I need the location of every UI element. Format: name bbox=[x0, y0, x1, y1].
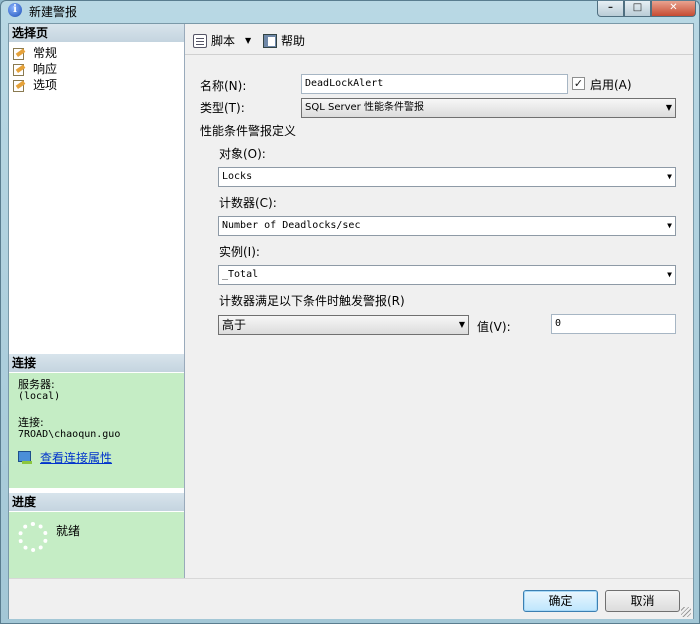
page-item-options[interactable]: 选项 bbox=[13, 77, 184, 93]
caption-buttons: – □ ✕ bbox=[597, 1, 696, 17]
close-button[interactable]: ✕ bbox=[651, 1, 696, 17]
object-label: 对象(O): bbox=[219, 147, 266, 161]
page-edit-icon bbox=[13, 47, 27, 60]
help-button[interactable]: 帮助 bbox=[263, 32, 305, 49]
perf-def-label: 性能条件警报定义 bbox=[200, 124, 297, 138]
progress-body: 就绪 bbox=[9, 512, 184, 578]
view-connection-properties[interactable]: 查看连接属性 bbox=[18, 451, 184, 465]
chevron-down-icon: ▼ bbox=[667, 270, 672, 279]
select-page-header: 选择页 bbox=[9, 24, 184, 43]
progress-status: 就绪 bbox=[56, 524, 81, 538]
connection-value: 7ROAD\chaoqun.guo bbox=[18, 429, 121, 440]
condition-label: 计数器满足以下条件时触发警报(R) bbox=[219, 294, 405, 308]
window-title: 新建警报 bbox=[29, 5, 78, 19]
minimize-button[interactable]: – bbox=[597, 1, 624, 17]
new-alert-window: i 新建警报 – □ ✕ 选择页 常规 响应 选项 连接 服务器: (local… bbox=[0, 0, 700, 624]
resize-grip[interactable] bbox=[681, 607, 691, 617]
counter-select[interactable]: Number of Deadlocks/sec ▼ bbox=[218, 216, 676, 236]
connection-label: 连接: bbox=[18, 416, 44, 429]
maximize-button[interactable]: □ bbox=[624, 1, 651, 17]
right-pane: 脚本 ▼ 帮助 名称(N): DeadLockAlert ✓ 启用(A) 类型(… bbox=[185, 24, 693, 578]
enabled-label: 启用(A) bbox=[590, 78, 632, 92]
script-button[interactable]: 脚本 ▼ bbox=[193, 32, 251, 49]
instance-label: 实例(I): bbox=[219, 245, 260, 259]
type-value: SQL Server 性能条件警报 bbox=[305, 102, 424, 113]
progress-section: 进度 就绪 bbox=[9, 493, 184, 578]
cancel-button[interactable]: 取消 bbox=[605, 590, 680, 612]
title-bar[interactable]: i 新建警报 – □ ✕ bbox=[1, 1, 699, 21]
instance-select[interactable]: _Total ▼ bbox=[218, 265, 676, 285]
name-input[interactable]: DeadLockAlert bbox=[301, 74, 568, 94]
dialog-client: 选择页 常规 响应 选项 连接 服务器: (local) 连接: 7ROAD\c… bbox=[8, 23, 694, 619]
page-edit-icon bbox=[13, 79, 27, 92]
connection-header: 连接 bbox=[9, 354, 184, 373]
chevron-down-icon: ▼ bbox=[667, 221, 672, 230]
value-input[interactable]: 0 bbox=[551, 314, 676, 334]
ok-button[interactable]: 确定 bbox=[523, 590, 598, 612]
script-icon bbox=[193, 33, 207, 48]
condition-value: 高于 bbox=[222, 318, 247, 332]
page-list: 常规 响应 选项 bbox=[9, 43, 184, 93]
page-item-label: 选项 bbox=[33, 78, 58, 92]
name-label: 名称(N): bbox=[200, 79, 247, 93]
object-value: Locks bbox=[222, 171, 253, 182]
page-item-label: 常规 bbox=[33, 46, 58, 60]
object-select[interactable]: Locks ▼ bbox=[218, 167, 676, 187]
progress-header: 进度 bbox=[9, 493, 184, 512]
type-select[interactable]: SQL Server 性能条件警报 ▼ bbox=[301, 98, 676, 118]
server-value: (local) bbox=[18, 391, 61, 402]
page-item-response[interactable]: 响应 bbox=[13, 61, 184, 77]
page-item-general[interactable]: 常规 bbox=[13, 45, 184, 61]
info-icon: i bbox=[8, 3, 22, 17]
type-label: 类型(T): bbox=[200, 101, 245, 115]
condition-select[interactable]: 高于 ▼ bbox=[218, 315, 469, 335]
spinner-icon bbox=[18, 522, 48, 552]
chevron-down-icon[interactable]: ▼ bbox=[245, 36, 251, 45]
script-label: 脚本 bbox=[211, 34, 236, 48]
chevron-down-icon: ▼ bbox=[667, 172, 672, 181]
view-connection-properties-link[interactable]: 查看连接属性 bbox=[40, 452, 112, 464]
connection-icon bbox=[18, 451, 34, 465]
enabled-checkbox[interactable]: ✓ bbox=[572, 77, 585, 90]
button-bar: 确定 取消 bbox=[9, 578, 693, 619]
help-icon bbox=[263, 33, 277, 48]
connection-details: 服务器: (local) 连接: 7ROAD\chaoqun.guo 查看连接属… bbox=[9, 373, 184, 465]
help-label: 帮助 bbox=[281, 34, 306, 48]
value-label: 值(V): bbox=[477, 320, 511, 334]
counter-value: Number of Deadlocks/sec bbox=[222, 220, 361, 231]
counter-label: 计数器(C): bbox=[219, 196, 277, 210]
connection-section: 连接 服务器: (local) 连接: 7ROAD\chaoqun.guo 查看… bbox=[9, 354, 184, 488]
instance-value: _Total bbox=[222, 269, 259, 280]
page-item-label: 响应 bbox=[33, 62, 58, 76]
page-edit-icon bbox=[13, 63, 27, 76]
toolbar: 脚本 ▼ 帮助 bbox=[185, 24, 693, 55]
left-pane: 选择页 常规 响应 选项 连接 服务器: (local) 连接: 7ROAD\c… bbox=[9, 24, 185, 578]
chevron-down-icon: ▼ bbox=[665, 103, 672, 112]
server-label: 服务器: bbox=[18, 378, 55, 391]
chevron-down-icon: ▼ bbox=[458, 320, 465, 329]
